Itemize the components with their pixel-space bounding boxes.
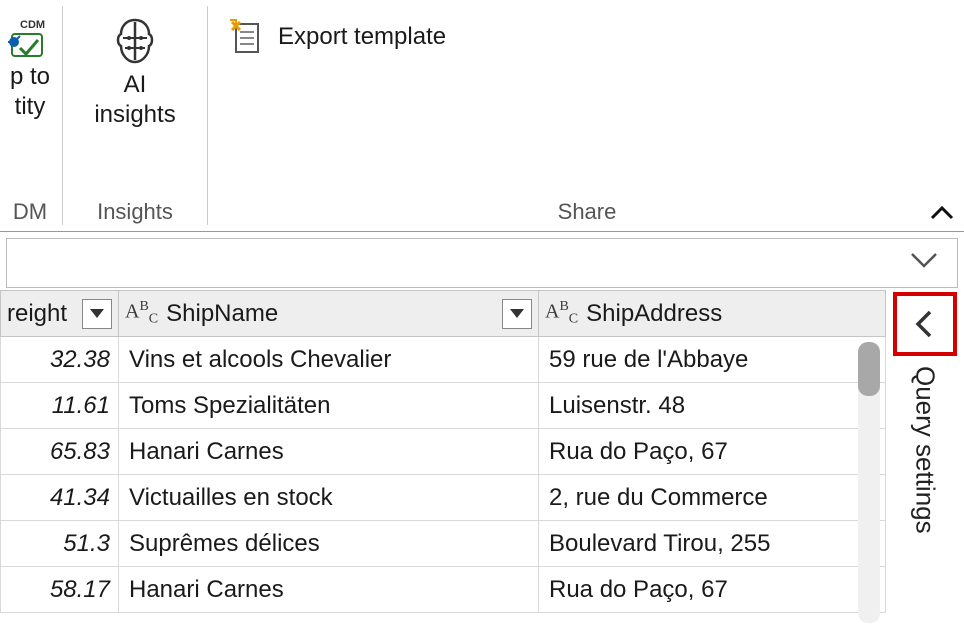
table-scrollbar[interactable] <box>858 342 880 623</box>
table-row[interactable]: 51.3Suprêmes délicesBoulevard Tirou, 255 <box>1 521 886 567</box>
ai-insights-label-1: AI <box>124 70 147 100</box>
filter-button-freight[interactable] <box>82 299 112 329</box>
svg-text:CDM: CDM <box>20 19 45 31</box>
ribbon-group-cdm: CDM p to tity DM <box>0 0 60 231</box>
query-settings-label: Query settings <box>910 366 941 534</box>
content-area: reight ABC ShipName <box>0 290 964 627</box>
collapse-ribbon-button[interactable] <box>928 200 956 235</box>
cdm-icon: CDM <box>6 14 54 62</box>
cell-shipname[interactable]: Hanari Carnes <box>119 429 539 475</box>
text-type-icon: ABC <box>545 300 578 327</box>
cell-freight[interactable]: 32.38 <box>1 337 119 383</box>
table-header-row: reight ABC ShipName <box>1 291 886 337</box>
chevron-up-icon <box>928 200 956 228</box>
cell-freight[interactable]: 41.34 <box>1 475 119 521</box>
export-template-label: Export template <box>278 23 446 51</box>
table-row[interactable]: 11.61Toms SpezialitätenLuisenstr. 48 <box>1 383 886 429</box>
cell-shipname[interactable]: Toms Spezialitäten <box>119 383 539 429</box>
query-settings-panel: Query settings <box>886 290 964 627</box>
cell-shipname[interactable]: Hanari Carnes <box>119 567 539 613</box>
export-template-button[interactable]: Export template <box>214 8 458 66</box>
cell-shipaddress[interactable]: Rua do Paço, 67 <box>539 429 886 475</box>
column-header-shipaddress-label: ShipAddress <box>586 300 722 328</box>
map-to-entity-label-2: tity <box>15 92 46 122</box>
map-to-entity-button[interactable]: CDM p to tity <box>0 8 62 128</box>
ribbon-group-insights-label: Insights <box>69 197 201 229</box>
ribbon-group-cdm-label: DM <box>4 197 56 229</box>
column-header-shipname[interactable]: ABC ShipName <box>119 291 539 337</box>
cell-shipaddress[interactable]: Boulevard Tirou, 255 <box>539 521 886 567</box>
ribbon-group-share-label: Share <box>214 197 960 229</box>
cell-freight[interactable]: 65.83 <box>1 429 119 475</box>
export-template-icon <box>226 18 264 56</box>
cell-shipname[interactable]: Vins et alcools Chevalier <box>119 337 539 383</box>
cell-freight[interactable]: 51.3 <box>1 521 119 567</box>
column-header-freight-label: reight <box>7 300 67 328</box>
expand-query-settings-button[interactable] <box>893 292 957 356</box>
column-header-shipaddress[interactable]: ABC ShipAddress <box>539 291 886 337</box>
table-row[interactable]: 58.17Hanari CarnesRua do Paço, 67 <box>1 567 886 613</box>
chevron-down-icon <box>909 250 939 270</box>
cell-shipname[interactable]: Suprêmes délices <box>119 521 539 567</box>
data-table: reight ABC ShipName <box>0 290 886 613</box>
cell-shipaddress[interactable]: Luisenstr. 48 <box>539 383 886 429</box>
data-table-wrap: reight ABC ShipName <box>0 290 886 627</box>
brain-icon <box>107 14 163 70</box>
cell-freight[interactable]: 11.61 <box>1 383 119 429</box>
ribbon-separator <box>207 6 208 225</box>
filter-button-shipname[interactable] <box>502 299 532 329</box>
cell-shipaddress[interactable]: 2, rue du Commerce <box>539 475 886 521</box>
table-scrollbar-thumb[interactable] <box>858 342 880 396</box>
ai-insights-button[interactable]: AI insights <box>86 8 183 136</box>
table-row[interactable]: 32.38Vins et alcools Chevalier59 rue de … <box>1 337 886 383</box>
caret-down-icon <box>89 308 105 320</box>
ribbon-separator <box>62 6 63 225</box>
formula-bar[interactable] <box>6 238 958 288</box>
column-header-freight[interactable]: reight <box>1 291 119 337</box>
table-row[interactable]: 65.83Hanari CarnesRua do Paço, 67 <box>1 429 886 475</box>
map-to-entity-label-1: p to <box>10 62 50 92</box>
text-type-icon: ABC <box>125 300 158 327</box>
table-row[interactable]: 41.34Victuailles en stock2, rue du Comme… <box>1 475 886 521</box>
cell-shipaddress[interactable]: 59 rue de l'Abbaye <box>539 337 886 383</box>
ribbon-group-insights: AI insights Insights <box>65 0 205 231</box>
formula-bar-expand[interactable] <box>909 249 939 277</box>
ribbon: CDM p to tity DM <box>0 0 964 232</box>
chevron-left-icon <box>910 309 940 339</box>
ai-insights-label-2: insights <box>94 100 175 130</box>
column-header-shipname-label: ShipName <box>166 300 278 328</box>
cell-shipaddress[interactable]: Rua do Paço, 67 <box>539 567 886 613</box>
caret-down-icon <box>509 308 525 320</box>
cell-freight[interactable]: 58.17 <box>1 567 119 613</box>
cell-shipname[interactable]: Victuailles en stock <box>119 475 539 521</box>
ribbon-group-share: Export template Share <box>210 0 964 231</box>
